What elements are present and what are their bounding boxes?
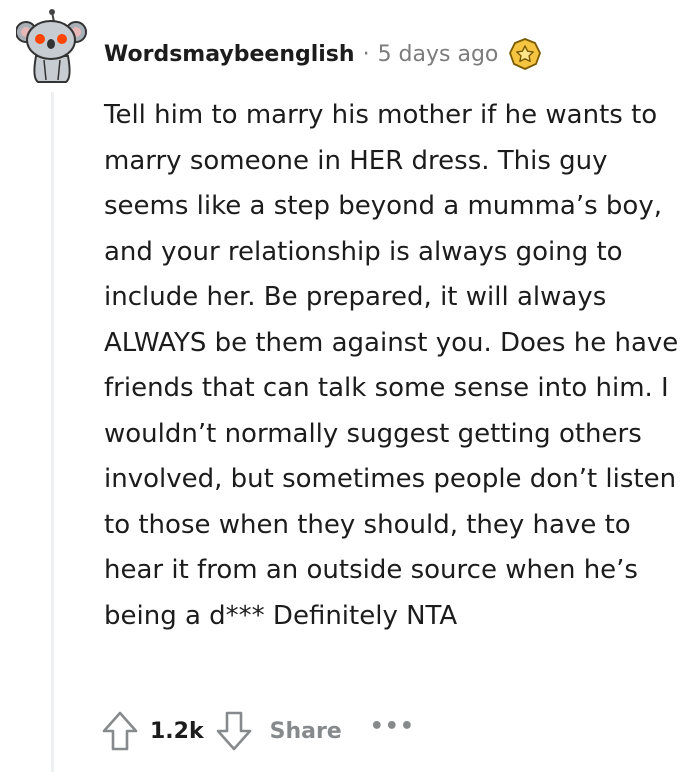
- comment-actions: 1.2k Share •••: [100, 706, 415, 756]
- vote-score: 1.2k: [150, 718, 204, 744]
- share-button[interactable]: Share: [270, 719, 342, 744]
- upvote-arrow-icon[interactable]: [100, 709, 140, 753]
- comment-username[interactable]: Wordsmaybeenglish: [104, 42, 355, 67]
- comment-header: Wordsmaybeenglish · 5 days ago: [104, 36, 542, 72]
- thread-line[interactable]: [51, 92, 54, 772]
- comment-body: Tell him to marry his mother if he wants…: [104, 100, 679, 631]
- koala-snoo-avatar-icon: [15, 9, 87, 83]
- more-options-button[interactable]: •••: [370, 714, 415, 739]
- downvote-arrow-icon[interactable]: [214, 709, 254, 753]
- user-avatar[interactable]: [15, 8, 88, 84]
- comment-timestamp[interactable]: 5 days ago: [378, 42, 499, 67]
- gold-award-icon[interactable]: [508, 37, 542, 71]
- meta-separator: ·: [362, 41, 370, 67]
